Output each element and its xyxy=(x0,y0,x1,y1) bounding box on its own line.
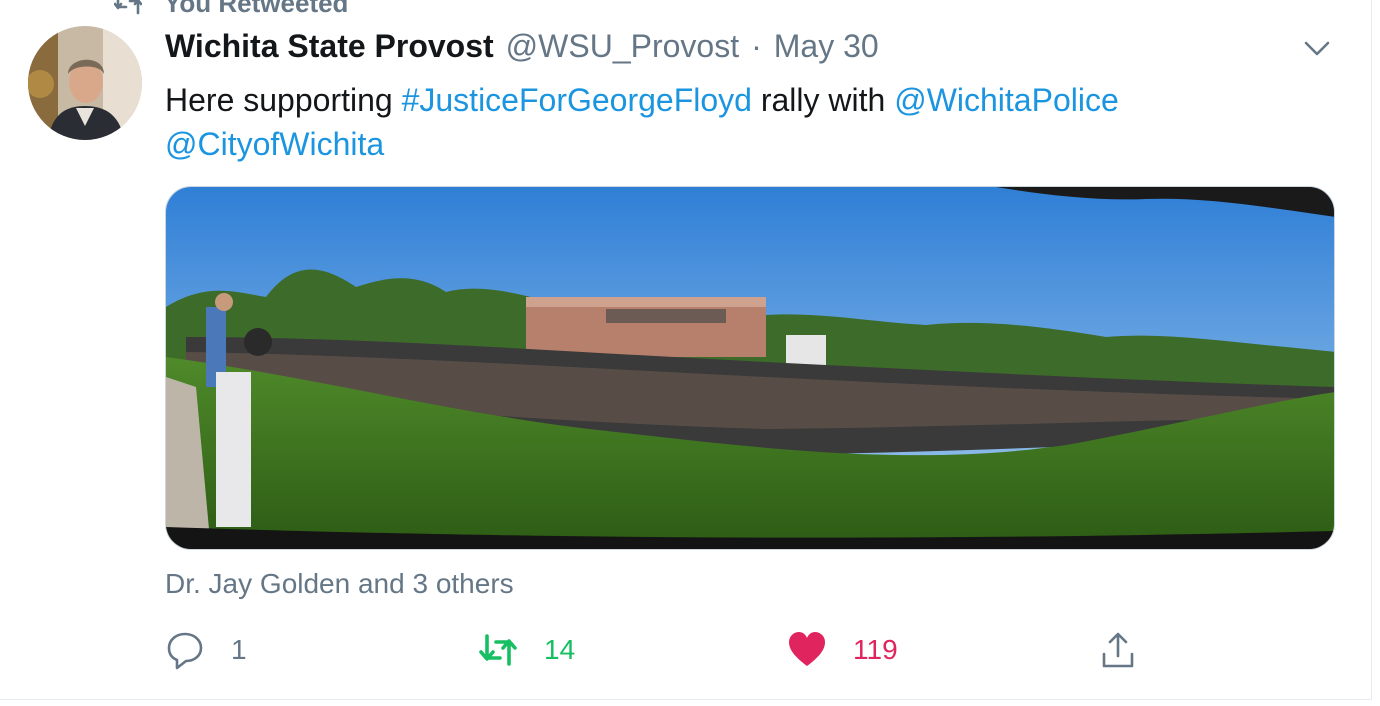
retweet-context-label: You Retweeted xyxy=(164,0,349,18)
retweet-icon xyxy=(479,634,517,666)
tweet-photo[interactable] xyxy=(165,186,1335,550)
retweet-count: 14 xyxy=(544,634,576,665)
share-icon xyxy=(1102,632,1134,668)
avatar[interactable] xyxy=(28,26,142,140)
retweet-context-icon xyxy=(114,0,142,14)
retweet-button[interactable]: 14 xyxy=(478,630,575,670)
header-separator: · xyxy=(751,28,762,64)
author-name[interactable]: Wichita State Provost xyxy=(165,28,494,65)
like-button[interactable]: 119 xyxy=(787,630,898,670)
tweet-text-part: Here supporting xyxy=(165,82,402,118)
tweet-actions: 1 14 119 xyxy=(165,630,1165,680)
tweet-header: Wichita State Provost @WSU_Provost · May… xyxy=(165,28,879,65)
share-button[interactable] xyxy=(1098,630,1138,670)
tweet-text-part: rally with xyxy=(751,82,895,118)
tweet-date[interactable]: May 30 xyxy=(774,28,879,65)
mention-link[interactable]: @WichitaPolice xyxy=(894,82,1119,118)
liked-by-text[interactable]: Dr. Jay Golden and 3 others xyxy=(165,568,514,600)
reply-count: 1 xyxy=(231,634,247,665)
tweet-card[interactable]: You Retweeted Wichita State Provost @WSU… xyxy=(0,0,1372,700)
like-count: 119 xyxy=(853,634,898,665)
author-handle[interactable]: @WSU_Provost xyxy=(506,28,739,65)
chevron-down-icon[interactable] xyxy=(1302,36,1332,60)
reply-icon xyxy=(167,632,203,670)
hashtag-link[interactable]: #JusticeForGeorgeFloyd xyxy=(402,82,752,118)
reply-button[interactable]: 1 xyxy=(165,630,247,670)
tweet-text: Here supporting #JusticeForGeorgeFloyd r… xyxy=(165,78,1315,166)
heart-icon xyxy=(789,632,825,666)
retweet-context: You Retweeted xyxy=(114,0,348,19)
mention-link[interactable]: @CityofWichita xyxy=(165,126,384,162)
